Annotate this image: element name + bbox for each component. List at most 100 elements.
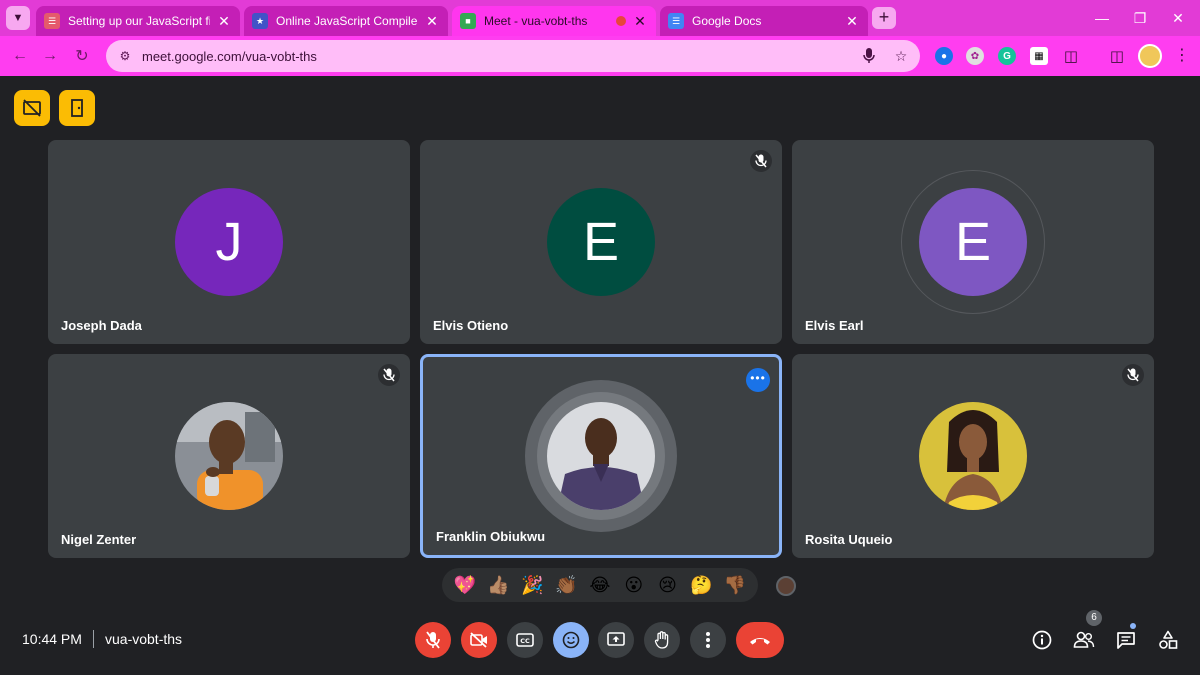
send-reaction-button[interactable]: [553, 622, 589, 658]
participant-name: Nigel Zenter: [61, 532, 137, 547]
site-favicon-icon: ☰: [44, 13, 60, 29]
clock-time: 10:44 PM: [22, 631, 82, 647]
svg-text:CC: CC: [520, 637, 530, 645]
raise-hand-icon: [654, 631, 669, 649]
profile-avatar[interactable]: [1138, 44, 1162, 68]
more-options-button[interactable]: [690, 622, 726, 658]
avatar: J: [175, 188, 283, 296]
participant-photo: [547, 402, 655, 510]
tab-close-icon[interactable]: ✕: [632, 13, 648, 29]
toggle-camera-button[interactable]: [461, 622, 497, 658]
reaction-surprised[interactable]: 😮: [621, 572, 647, 598]
extension-blue-icon[interactable]: ●: [935, 47, 953, 65]
forward-arrow-icon[interactable]: →: [38, 44, 62, 68]
reaction-crying[interactable]: 😢: [654, 572, 680, 598]
mic-off-icon: [378, 364, 400, 386]
participant-photo: [919, 402, 1027, 510]
host-controls-button[interactable]: [14, 90, 50, 126]
chat-icon: [1117, 632, 1135, 649]
reaction-thumbs-down[interactable]: 👎🏾: [722, 572, 748, 598]
tab-meet[interactable]: ■ Meet - vua-vobt-ths ✕: [452, 6, 656, 36]
door-icon: [71, 99, 83, 117]
tab-label: Online JavaScript Compiler (Edi: [276, 14, 418, 28]
browser-toolbar: ← → ↻ ⚙ meet.google.com/vua-vobt-ths ☆ ●…: [0, 36, 1200, 76]
participant-name: Elvis Earl: [805, 318, 864, 333]
url-text[interactable]: meet.google.com/vua-vobt-ths: [142, 49, 856, 64]
present-screen-icon: [607, 632, 625, 646]
mic-off-icon: [1122, 364, 1144, 386]
captions-button[interactable]: CC: [507, 622, 543, 658]
skin-tone-selector[interactable]: [776, 576, 796, 596]
show-everyone-button[interactable]: [1070, 626, 1098, 654]
tab-google-docs[interactable]: ☰ Google Docs ✕: [660, 6, 868, 36]
tab-online-compiler[interactable]: ★ Online JavaScript Compiler (Edi ✕: [244, 6, 448, 36]
microphone-icon[interactable]: [856, 43, 882, 69]
tab-close-icon[interactable]: ✕: [216, 13, 232, 29]
more-options-icon[interactable]: •••: [746, 368, 770, 392]
reaction-thinking[interactable]: 🤔: [688, 572, 714, 598]
participant-name: Franklin Obiukwu: [436, 529, 546, 544]
camera-off-icon: [470, 632, 487, 648]
people-icon: [1073, 631, 1095, 648]
participant-tile-joseph-dada[interactable]: J Joseph Dada: [48, 140, 410, 344]
close-window-icon[interactable]: ✕: [1156, 0, 1200, 36]
participant-tile-nigel-zenter[interactable]: Nigel Zenter: [48, 354, 410, 558]
bookmark-star-icon[interactable]: ☆: [888, 43, 914, 69]
mic-off-icon: [750, 150, 772, 172]
participant-name: Rosita Uqueio: [805, 532, 893, 547]
reaction-thumbs-up[interactable]: 👍🏽: [486, 572, 512, 598]
participant-tile-rosita-uqueio[interactable]: Rosita Uqueio: [792, 354, 1154, 558]
reload-icon[interactable]: ↻: [70, 44, 94, 68]
back-arrow-icon[interactable]: ←: [8, 44, 32, 68]
more-vert-icon: [706, 632, 710, 648]
browser-menu-icon[interactable]: ⋮: [1170, 44, 1194, 68]
tab-search-chevron-icon[interactable]: ▼: [6, 6, 30, 30]
participant-tile-elvis-otieno[interactable]: E Elvis Otieno: [420, 140, 782, 344]
tab-label: Setting up our JavaScript file: [68, 14, 210, 28]
present-screen-button[interactable]: [598, 622, 634, 658]
meeting-code: vua-vobt-ths: [105, 631, 183, 647]
participant-photo: [175, 402, 283, 510]
tab-close-icon[interactable]: ✕: [844, 13, 860, 29]
avatar: E: [919, 188, 1027, 296]
meeting-door-button[interactable]: [59, 90, 95, 126]
extension-flower-icon[interactable]: ✿: [966, 47, 984, 65]
side-panel-icon[interactable]: ◫: [1108, 47, 1126, 65]
tab-label: Google Docs: [692, 14, 762, 28]
leave-call-button[interactable]: [736, 622, 784, 658]
participant-name: Joseph Dada: [61, 318, 142, 333]
extension-grid-icon[interactable]: ▦: [1030, 47, 1048, 65]
extensions-puzzle-icon[interactable]: ◫: [1062, 47, 1080, 65]
info-icon: [1032, 630, 1052, 650]
new-tab-button[interactable]: +: [872, 7, 896, 29]
tab-close-icon[interactable]: ✕: [424, 13, 440, 29]
grammarly-icon[interactable]: G: [998, 47, 1016, 65]
address-bar[interactable]: ⚙ meet.google.com/vua-vobt-ths ☆: [106, 40, 920, 72]
compiler-favicon-icon: ★: [252, 13, 268, 29]
participant-tile-elvis-earl[interactable]: E Elvis Earl: [792, 140, 1154, 344]
closed-captions-icon: CC: [516, 633, 534, 647]
reaction-sparkling-heart[interactable]: 💖: [452, 572, 478, 598]
avatar: E: [547, 188, 655, 296]
raise-hand-button[interactable]: [644, 622, 680, 658]
participant-tile-franklin-obiukwu[interactable]: ••• Franklin Obiukwu: [420, 354, 782, 558]
hang-up-icon: [750, 638, 770, 645]
chat-button[interactable]: [1112, 626, 1140, 654]
site-settings-icon[interactable]: ⚙: [116, 47, 134, 65]
meeting-details-button[interactable]: [1028, 626, 1056, 654]
divider: [93, 630, 94, 648]
meet-favicon-icon: ■: [460, 13, 476, 29]
people-count-badge: 6: [1086, 610, 1102, 626]
reaction-clapping[interactable]: 👏🏾: [553, 572, 579, 598]
toggle-microphone-button[interactable]: [415, 622, 451, 658]
activities-button[interactable]: [1154, 626, 1182, 654]
tab-javascript-file[interactable]: ☰ Setting up our JavaScript file ✕: [36, 6, 240, 36]
tab-strip: ▼ ☰ Setting up our JavaScript file ✕ ★ O…: [0, 0, 1200, 36]
reaction-party-popper[interactable]: 🎉: [519, 572, 545, 598]
docs-favicon-icon: ☰: [668, 13, 684, 29]
reaction-tears-of-joy[interactable]: 😂: [587, 572, 613, 598]
captions-off-icon: [23, 99, 41, 117]
meet-window: J Joseph Dada E Elvis Otieno E Elvis Ear…: [0, 76, 1200, 675]
participant-name: Elvis Otieno: [433, 318, 509, 333]
tab-label: Meet - vua-vobt-ths: [484, 14, 588, 28]
